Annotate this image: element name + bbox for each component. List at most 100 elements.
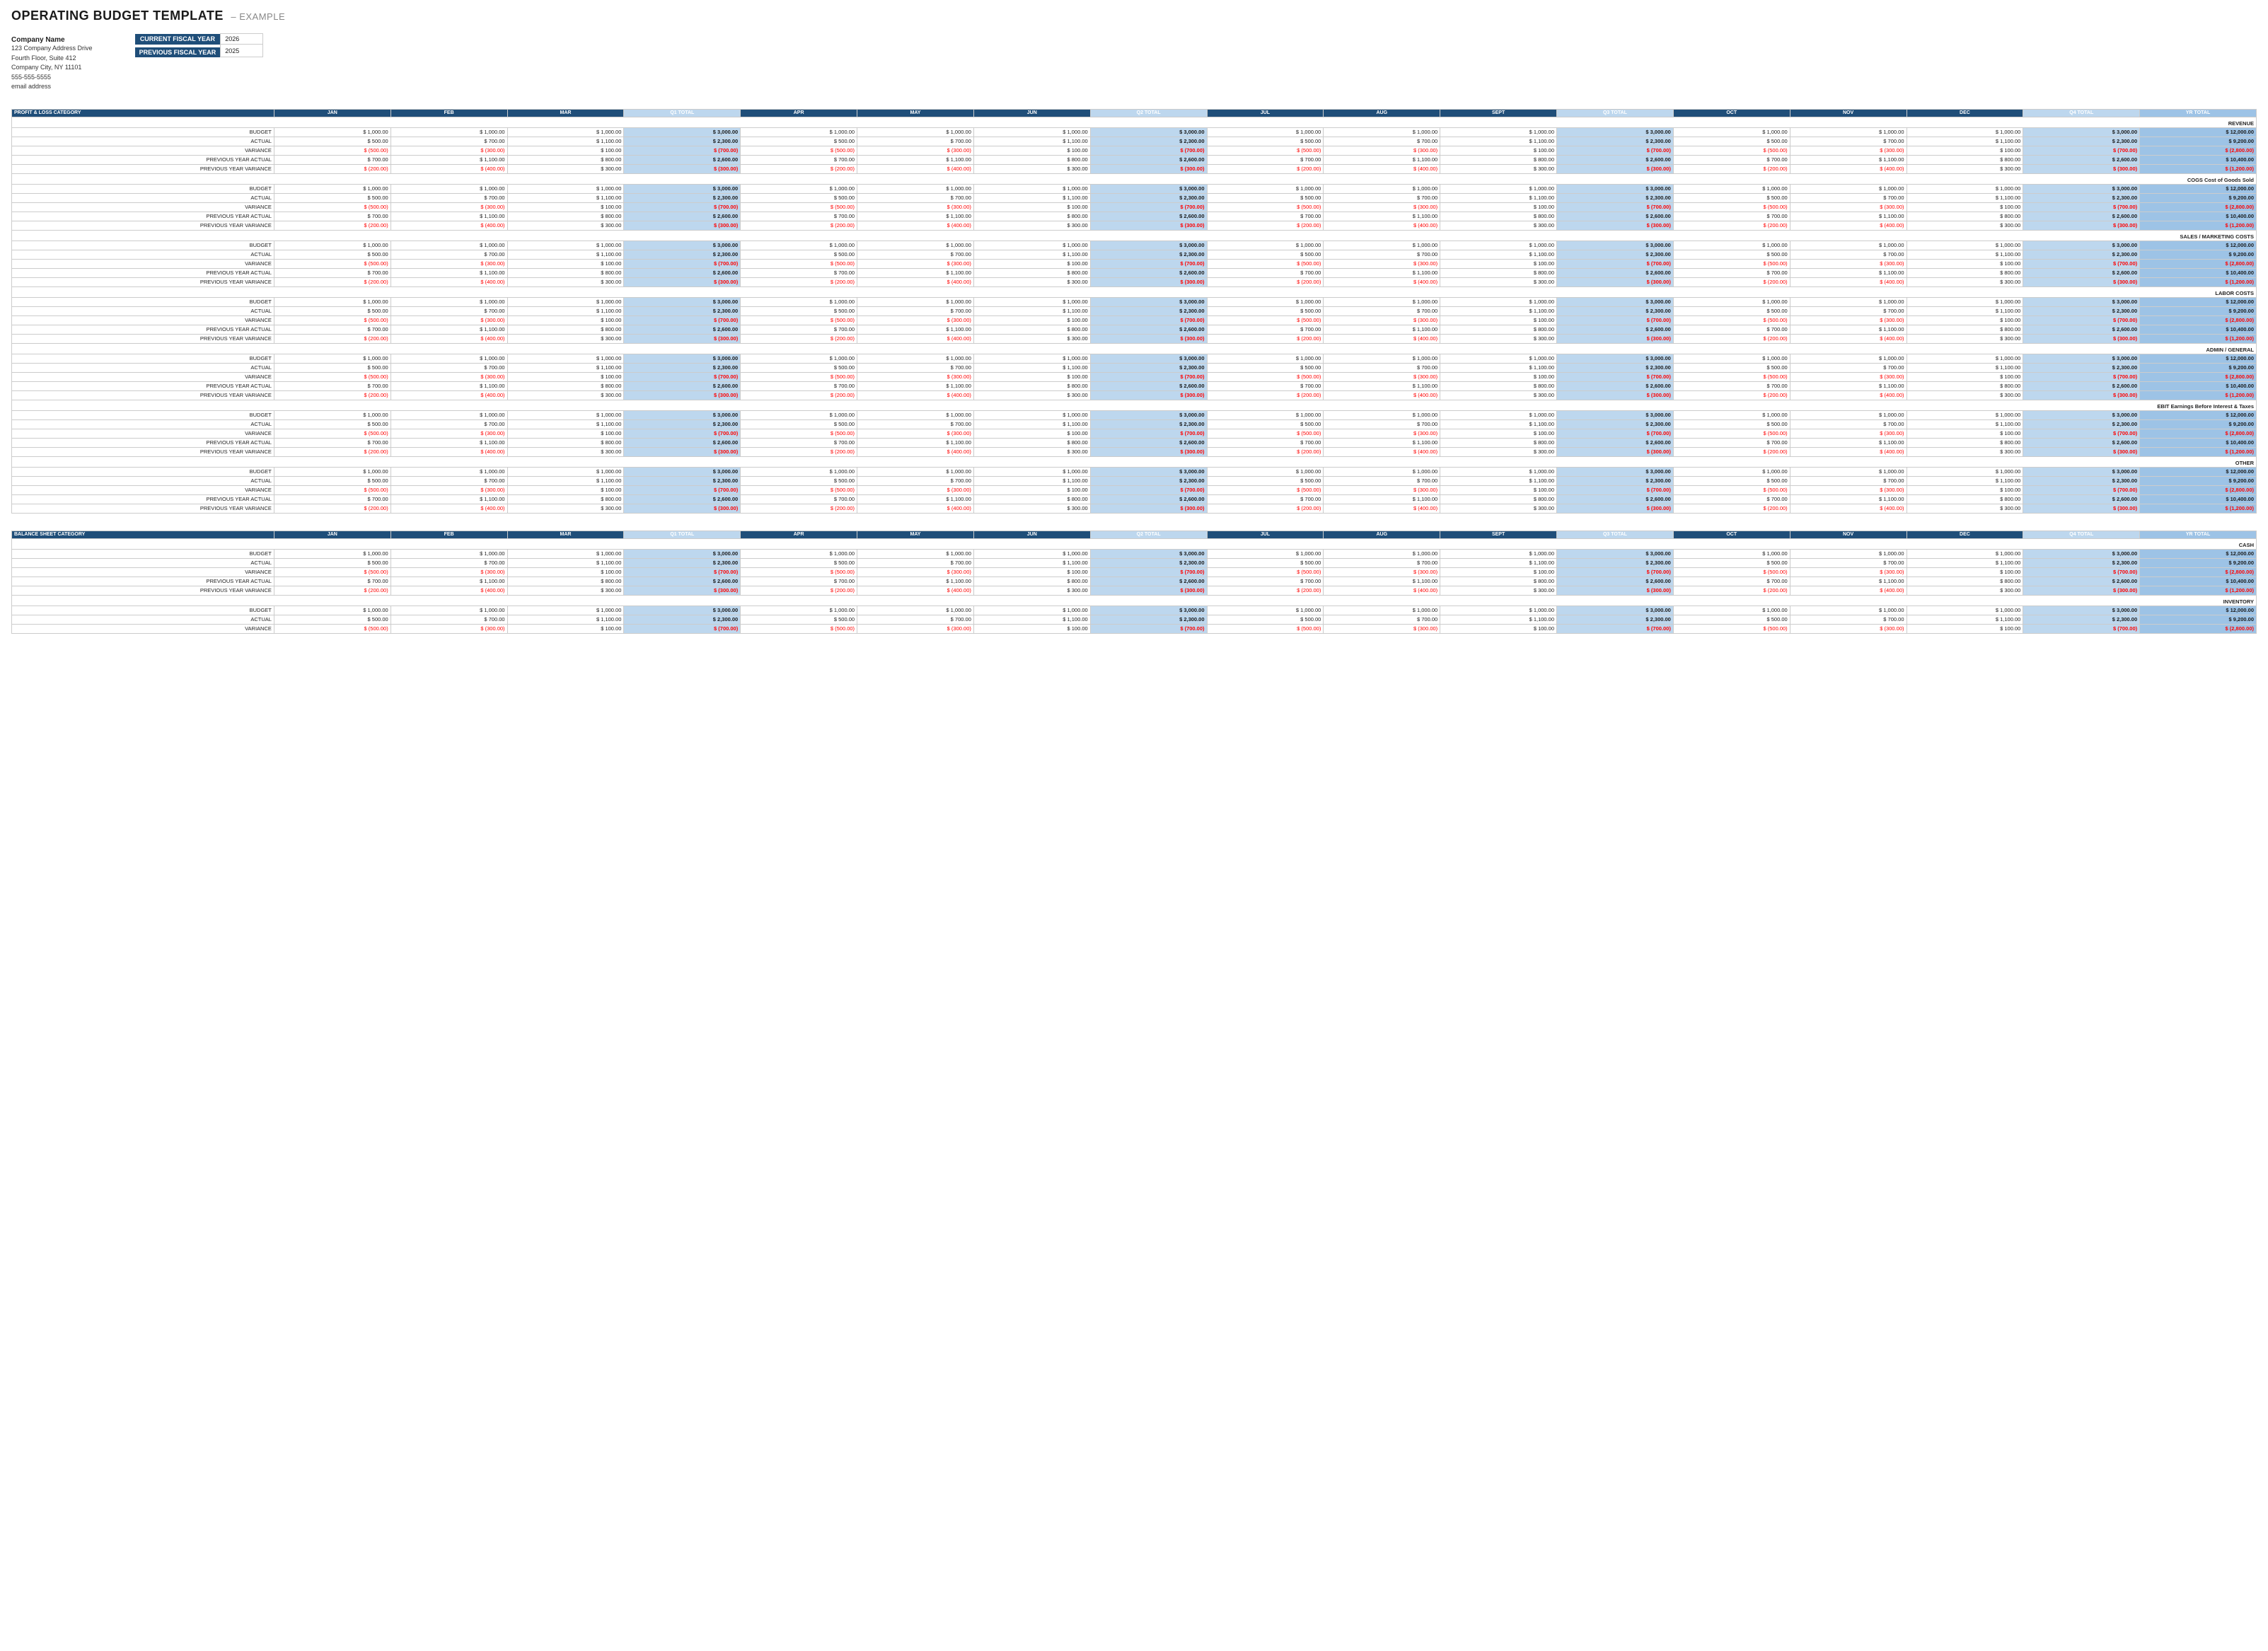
data-cell: $ 100.00	[973, 485, 1090, 494]
row-label: PREVIOUS YEAR ACTUAL	[12, 155, 274, 164]
total-cell: $ 3,000.00	[1090, 354, 1207, 363]
data-cell: $ 700.00	[857, 558, 974, 567]
data-cell: $ 1,100.00	[1790, 494, 1907, 504]
data-cell: $ 1,000.00	[1207, 297, 1324, 306]
data-cell: $ 500.00	[741, 615, 857, 624]
col-header-1: FEB	[390, 531, 507, 538]
total-cell: $ (300.00)	[1090, 390, 1207, 400]
data-cell: $ 1,000.00	[1790, 297, 1907, 306]
data-cell: $ (500.00)	[1673, 567, 1790, 577]
data-cell: $ 500.00	[1207, 250, 1324, 259]
data-cell: $ 500.00	[1673, 137, 1790, 146]
total-cell: $ (300.00)	[2023, 447, 2140, 456]
data-cell: $ 500.00	[1207, 615, 1324, 624]
total-cell: $ 2,300.00	[2023, 306, 2140, 315]
total-cell: $ (1,200.00)	[2140, 390, 2257, 400]
data-cell: $ 300.00	[507, 164, 624, 173]
row-label: BUDGET	[12, 467, 274, 476]
total-cell: $ (2,800.00)	[2140, 315, 2257, 325]
data-cell: $ (500.00)	[274, 624, 390, 633]
row-label: ACTUAL	[12, 419, 274, 429]
data-cell: $ 700.00	[857, 419, 974, 429]
row-label: ACTUAL	[12, 250, 274, 259]
data-cell: $ 700.00	[741, 325, 857, 334]
data-cell: $ 800.00	[507, 325, 624, 334]
total-cell: $ (700.00)	[1090, 485, 1207, 494]
data-cell: $ 700.00	[741, 577, 857, 586]
data-cell: $ 1,100.00	[1440, 363, 1557, 372]
data-cell: $ 1,000.00	[274, 241, 390, 250]
data-cell: $ 100.00	[507, 429, 624, 438]
data-cell: $ (500.00)	[1673, 315, 1790, 325]
total-cell: $ 2,300.00	[624, 306, 741, 315]
col-header-6: JUN	[973, 531, 1090, 538]
col-header-15: Q4 TOTAL	[2023, 109, 2140, 117]
data-cell: $ (400.00)	[857, 504, 974, 513]
data-cell: $ 1,000.00	[1324, 127, 1440, 137]
data-cell: $ 1,000.00	[390, 241, 507, 250]
data-cell: $ 1,000.00	[507, 606, 624, 615]
data-cell: $ 300.00	[973, 586, 1090, 595]
data-cell: $ 1,100.00	[857, 268, 974, 277]
data-cell: $ (300.00)	[390, 315, 507, 325]
row-label: PREVIOUS YEAR ACTUAL	[12, 381, 274, 390]
data-cell: $ 1,100.00	[507, 193, 624, 202]
total-cell: $ 2,300.00	[1090, 615, 1207, 624]
data-cell: $ 700.00	[741, 494, 857, 504]
data-cell: $ (400.00)	[390, 164, 507, 173]
total-cell: $ (300.00)	[2023, 221, 2140, 230]
data-cell: $ 100.00	[1440, 429, 1557, 438]
data-cell: $ 1,000.00	[857, 241, 974, 250]
data-row: PREVIOUS YEAR VARIANCE$ (200.00)$ (400.0…	[12, 221, 2257, 230]
data-cell: $ (200.00)	[274, 334, 390, 343]
section-header: INVENTORY	[12, 595, 2257, 606]
total-cell: $ 12,000.00	[2140, 467, 2257, 476]
section-label: OTHER	[12, 456, 2257, 467]
data-cell: $ (300.00)	[1324, 202, 1440, 212]
data-cell: $ 1,000.00	[857, 184, 974, 193]
data-cell: $ 100.00	[1440, 485, 1557, 494]
data-cell: $ 500.00	[741, 306, 857, 315]
data-cell: $ 800.00	[1440, 268, 1557, 277]
row-label: BUDGET	[12, 297, 274, 306]
data-row: ACTUAL$ 500.00$ 700.00$ 1,100.00$ 2,300.…	[12, 476, 2257, 485]
data-cell: $ 100.00	[973, 429, 1090, 438]
data-row: PREVIOUS YEAR ACTUAL$ 700.00$ 1,100.00$ …	[12, 381, 2257, 390]
data-cell: $ 100.00	[973, 567, 1090, 577]
data-cell: $ 1,100.00	[857, 494, 974, 504]
data-cell: $ 700.00	[1673, 577, 1790, 586]
data-cell: $ (300.00)	[1324, 372, 1440, 381]
data-cell: $ 800.00	[973, 325, 1090, 334]
data-cell: $ (200.00)	[1673, 221, 1790, 230]
total-cell: $ 3,000.00	[1557, 241, 1674, 250]
data-cell: $ (500.00)	[1673, 624, 1790, 633]
total-cell: $ (1,200.00)	[2140, 334, 2257, 343]
row-label: PREVIOUS YEAR VARIANCE	[12, 164, 274, 173]
section-label: LABOR COSTS	[12, 286, 2257, 297]
total-cell: $ 2,600.00	[1557, 438, 1674, 447]
total-cell: $ (700.00)	[624, 485, 741, 494]
data-row: PREVIOUS YEAR ACTUAL$ 700.00$ 1,100.00$ …	[12, 155, 2257, 164]
data-cell: $ 1,100.00	[1440, 193, 1557, 202]
row-label: ACTUAL	[12, 615, 274, 624]
total-cell: $ (300.00)	[1090, 504, 1207, 513]
data-cell: $ (200.00)	[274, 164, 390, 173]
total-cell: $ 2,600.00	[1090, 381, 1207, 390]
data-cell: $ 700.00	[741, 268, 857, 277]
total-cell: $ 3,000.00	[624, 467, 741, 476]
total-cell: $ (700.00)	[1557, 372, 1674, 381]
total-cell: $ (300.00)	[1557, 390, 1674, 400]
data-cell: $ 1,100.00	[1440, 250, 1557, 259]
col-header-3: Q1 TOTAL	[624, 531, 741, 538]
data-cell: $ 1,000.00	[1440, 297, 1557, 306]
data-cell: $ 300.00	[1907, 334, 2023, 343]
data-cell: $ (500.00)	[741, 372, 857, 381]
data-cell: $ 100.00	[1440, 202, 1557, 212]
col-header-4: APR	[741, 109, 857, 117]
data-row: ACTUAL$ 500.00$ 700.00$ 1,100.00$ 2,300.…	[12, 193, 2257, 202]
row-label: PREVIOUS YEAR ACTUAL	[12, 577, 274, 586]
data-cell: $ 500.00	[274, 250, 390, 259]
data-cell: $ 300.00	[1440, 164, 1557, 173]
data-cell: $ 100.00	[1907, 624, 2023, 633]
total-cell: $ (700.00)	[2023, 259, 2140, 268]
